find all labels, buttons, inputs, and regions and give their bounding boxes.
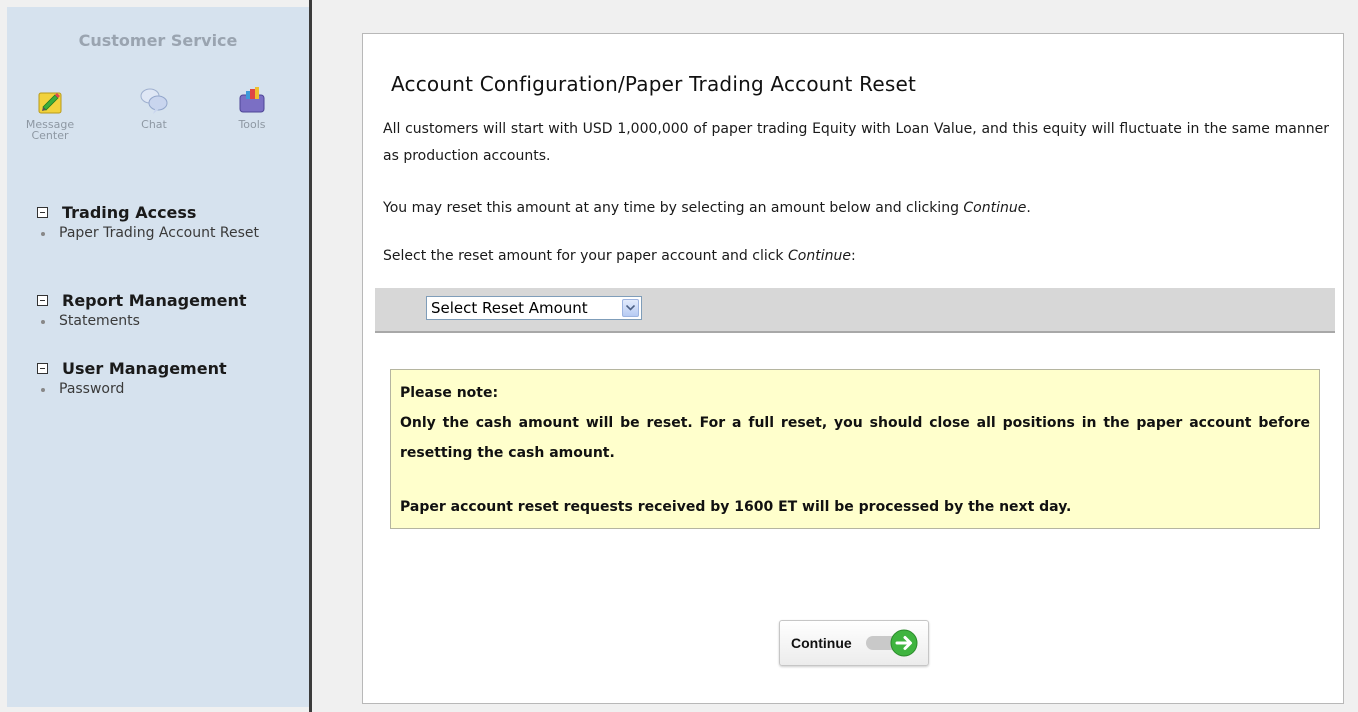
chat-icon <box>140 88 168 114</box>
nav-link-statements[interactable]: Statements <box>37 313 247 330</box>
nav-heading-label: User Management <box>62 359 227 378</box>
reset-info-paragraph: You may reset this amount at any time by… <box>383 195 1329 222</box>
nav-heading-label: Report Management <box>62 291 247 310</box>
reset-amount-select[interactable]: Select Reset Amount <box>426 296 642 320</box>
nav-section-user-management: User Management Password <box>37 359 227 398</box>
note-line-2: Paper account reset requests received by… <box>400 499 1072 515</box>
sidebar: Customer Service Message Center Chat Too… <box>7 7 309 707</box>
nav-heading-label: Trading Access <box>62 203 197 222</box>
note-box: Please note: Only the cash amount will b… <box>390 369 1320 529</box>
note-line-1: Only the cash amount will be reset. For … <box>400 415 1310 461</box>
nav-heading-report-management[interactable]: Report Management <box>37 291 247 310</box>
sidebar-divider[interactable] <box>309 0 312 712</box>
collapse-icon <box>37 363 48 374</box>
intro-paragraph: All customers will start with USD 1,000,… <box>383 121 1329 164</box>
chevron-down-icon[interactable] <box>622 299 639 317</box>
tools-label: Tools <box>238 118 266 131</box>
select-instruction-end: : <box>850 248 856 264</box>
nav-heading-user-management[interactable]: User Management <box>37 359 227 378</box>
reset-info-text: You may reset this amount at any time by… <box>383 200 964 216</box>
select-instruction-continue-em: Continue <box>788 248 851 264</box>
message-center-tool[interactable]: Message Center <box>15 83 85 141</box>
select-instruction-paragraph: Select the reset amount for your paper a… <box>383 243 1329 270</box>
note-heading: Please note: <box>400 385 499 401</box>
page: Customer Service Message Center Chat Too… <box>0 0 1358 712</box>
nav-link-paper-trading-account-reset[interactable]: Paper Trading Account Reset <box>37 225 269 242</box>
reset-amount-select-value: Select Reset Amount <box>431 299 588 317</box>
message-center-icon <box>38 92 62 114</box>
collapse-icon <box>37 207 48 218</box>
tools-icon <box>239 87 265 113</box>
tools-tool[interactable]: Tools <box>217 83 287 130</box>
continue-button[interactable]: Continue <box>779 620 929 666</box>
main-panel: Account Configuration/Paper Trading Acco… <box>362 33 1344 704</box>
nav-section-report-management: Report Management Statements <box>37 291 247 330</box>
nav-section-trading-access: Trading Access Paper Trading Account Res… <box>37 203 269 242</box>
collapse-icon <box>37 295 48 306</box>
select-bar: Select Reset Amount <box>375 288 1335 333</box>
arrow-right-icon <box>865 629 918 657</box>
message-center-label: Message Center <box>25 118 75 142</box>
customer-service-title: Customer Service <box>78 31 238 50</box>
continue-label: Continue <box>791 635 852 651</box>
nav-link-password[interactable]: Password <box>37 381 227 398</box>
reset-info-end: . <box>1026 200 1031 216</box>
chat-tool[interactable]: Chat <box>119 83 189 130</box>
reset-info-continue-em: Continue <box>963 200 1027 216</box>
page-title: Account Configuration/Paper Trading Acco… <box>391 72 916 96</box>
nav-heading-trading-access[interactable]: Trading Access <box>37 203 269 222</box>
chat-label: Chat <box>141 118 167 131</box>
select-instruction-text: Select the reset amount for your paper a… <box>383 248 788 264</box>
